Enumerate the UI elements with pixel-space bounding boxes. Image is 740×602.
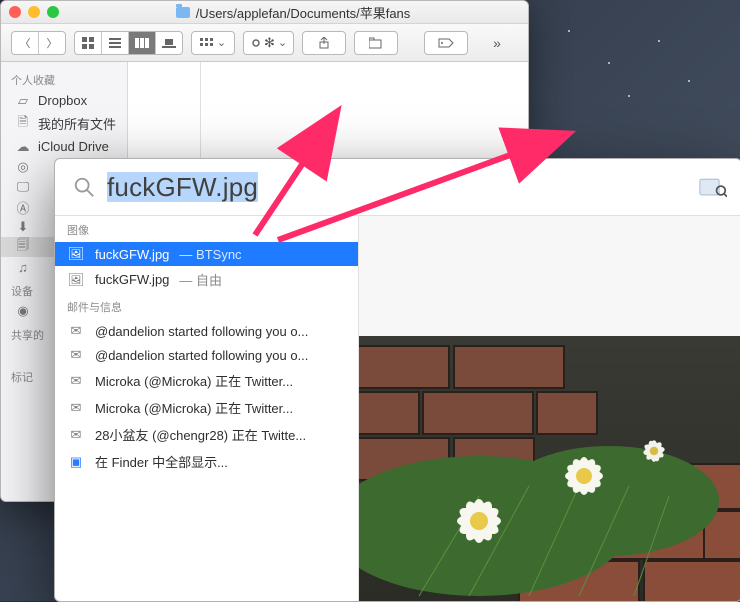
edit-tags-button[interactable] [354, 31, 398, 55]
sidebar-section-label: 个人收藏 [1, 66, 127, 90]
document-icon: 🗎 [15, 117, 31, 131]
result-text: fuckGFW.jpg [95, 247, 169, 262]
window-title: /Users/applefan/Documents/苹果fans [66, 3, 520, 22]
result-text: 28小盆友 (@chengr28) 正在 Twitte... [95, 425, 306, 444]
cloud-icon: ☁ [15, 140, 31, 154]
result-text: 在 Finder 中全部显示... [95, 452, 228, 471]
spotlight-body: 图像 🖼 fuckGFW.jpg — BTSync 🖼 fuckGFW.jpg … [55, 216, 740, 601]
result-row[interactable]: 🖼 fuckGFW.jpg — 自由 [55, 266, 358, 293]
apps-icon: Ⓐ [15, 200, 31, 214]
search-icon [73, 176, 95, 198]
result-category-label: 图像 [55, 216, 358, 242]
search-input[interactable]: fuckGFW.jpg [107, 172, 687, 203]
search-query-text: fuckGFW.jpg [107, 172, 258, 202]
disc-icon: ◉ [15, 304, 31, 318]
airdrop-icon: ◎ [15, 160, 31, 174]
desktop-icon: 🖵 [15, 180, 31, 194]
tag-icon [437, 37, 455, 49]
list-icon [109, 38, 121, 48]
chevrons-right-icon: » [493, 35, 501, 51]
view-column-button[interactable] [129, 32, 156, 54]
folder-icon [176, 7, 190, 18]
finder-titlebar[interactable]: /Users/applefan/Documents/苹果fans [1, 1, 528, 24]
mail-icon: ✉ [67, 323, 85, 339]
spotlight-window: fuckGFW.jpg 图像 🖼 fuckGFW.jpg — BTSync 🖼 … [54, 158, 740, 602]
image-file-icon: 🖼 [67, 246, 85, 262]
preview-image [359, 336, 740, 601]
view-coverflow-button[interactable] [156, 32, 182, 54]
documents-icon: 🗐 [15, 240, 31, 254]
arrange-icon [200, 38, 214, 48]
view-icon-button[interactable] [75, 32, 102, 54]
view-list-button[interactable] [102, 32, 129, 54]
mail-icon: ✉ [67, 373, 85, 389]
gear-icon [250, 37, 262, 49]
result-row[interactable]: ✉ 28小盆友 (@chengr28) 正在 Twitte... [55, 421, 358, 448]
sidebar-item-icloud[interactable]: ☁ iCloud Drive [1, 136, 127, 157]
result-category-label: 邮件与信息 [55, 293, 358, 319]
result-text: @dandelion started following you o... [95, 324, 308, 339]
sidebar-item-label: Dropbox [38, 93, 87, 108]
mail-icon: ✉ [67, 347, 85, 363]
result-row[interactable]: ✉ Microka (@Microka) 正在 Twitter... [55, 394, 358, 421]
share-button[interactable] [302, 31, 346, 55]
result-text: Microka (@Microka) 正在 Twitter... [95, 398, 293, 417]
results-list[interactable]: 图像 🖼 fuckGFW.jpg — BTSync 🖼 fuckGFW.jpg … [55, 216, 359, 601]
share-icon [318, 37, 330, 49]
result-hint: — BTSync [179, 247, 241, 262]
arrange-button[interactable]: ⌄ [191, 31, 235, 55]
image-file-icon: 🖼 [67, 272, 85, 288]
folder-plus-icon [369, 37, 383, 49]
result-row[interactable]: ✉ @dandelion started following you o... [55, 319, 358, 343]
result-text: Microka (@Microka) 正在 Twitter... [95, 371, 293, 390]
toolbar-overflow-button[interactable]: » [476, 32, 518, 54]
sidebar-item-dropbox[interactable]: ▱ Dropbox [1, 90, 127, 111]
sidebar-item-label: 我的所有文件 [38, 114, 116, 133]
result-text: @dandelion started following you o... [95, 348, 308, 363]
columns-icon [135, 38, 149, 48]
sidebar-item-allfiles[interactable]: 🗎 我的所有文件 [1, 111, 127, 136]
result-row[interactable]: ✉ Microka (@Microka) 正在 Twitter... [55, 367, 358, 394]
result-hint: — 自由 [179, 270, 222, 289]
result-row[interactable]: 🖼 fuckGFW.jpg — BTSync [55, 242, 358, 266]
coverflow-icon [162, 38, 176, 48]
result-row-show-all[interactable]: ▣ 在 Finder 中全部显示... [55, 448, 358, 475]
mail-icon: ✉ [67, 400, 85, 416]
mail-icon: ✉ [67, 427, 85, 443]
back-button[interactable]: 〈 [12, 32, 39, 54]
zoom-button[interactable] [47, 6, 59, 18]
title-path-text: /Users/applefan/Documents/苹果fans [196, 3, 411, 22]
spotlight-search-bar[interactable]: fuckGFW.jpg [55, 159, 740, 216]
view-mode-switch [74, 31, 183, 55]
finder-icon: ▣ [67, 454, 85, 470]
dropbox-icon: ▱ [15, 94, 31, 108]
downloads-icon: ⬇ [15, 220, 31, 234]
result-row[interactable]: ✉ @dandelion started following you o... [55, 343, 358, 367]
action-button[interactable]: ✻⌄ [243, 31, 294, 55]
nav-back-forward: 〈 〉 [11, 31, 66, 55]
forward-button[interactable]: 〉 [39, 32, 65, 54]
minimize-button[interactable] [28, 6, 40, 18]
sidebar-item-label: iCloud Drive [38, 139, 109, 154]
grid-icon [82, 37, 94, 49]
result-text: fuckGFW.jpg [95, 272, 169, 287]
close-button[interactable] [9, 6, 21, 18]
preview-app-icon[interactable] [699, 176, 727, 198]
music-icon: ♫ [15, 260, 31, 274]
tag-button[interactable] [424, 31, 468, 55]
finder-toolbar: 〈 〉 ⌄ ✻⌄ [1, 24, 528, 62]
preview-pane [359, 216, 740, 601]
chevron-down-icon: ⌄ [217, 36, 226, 49]
